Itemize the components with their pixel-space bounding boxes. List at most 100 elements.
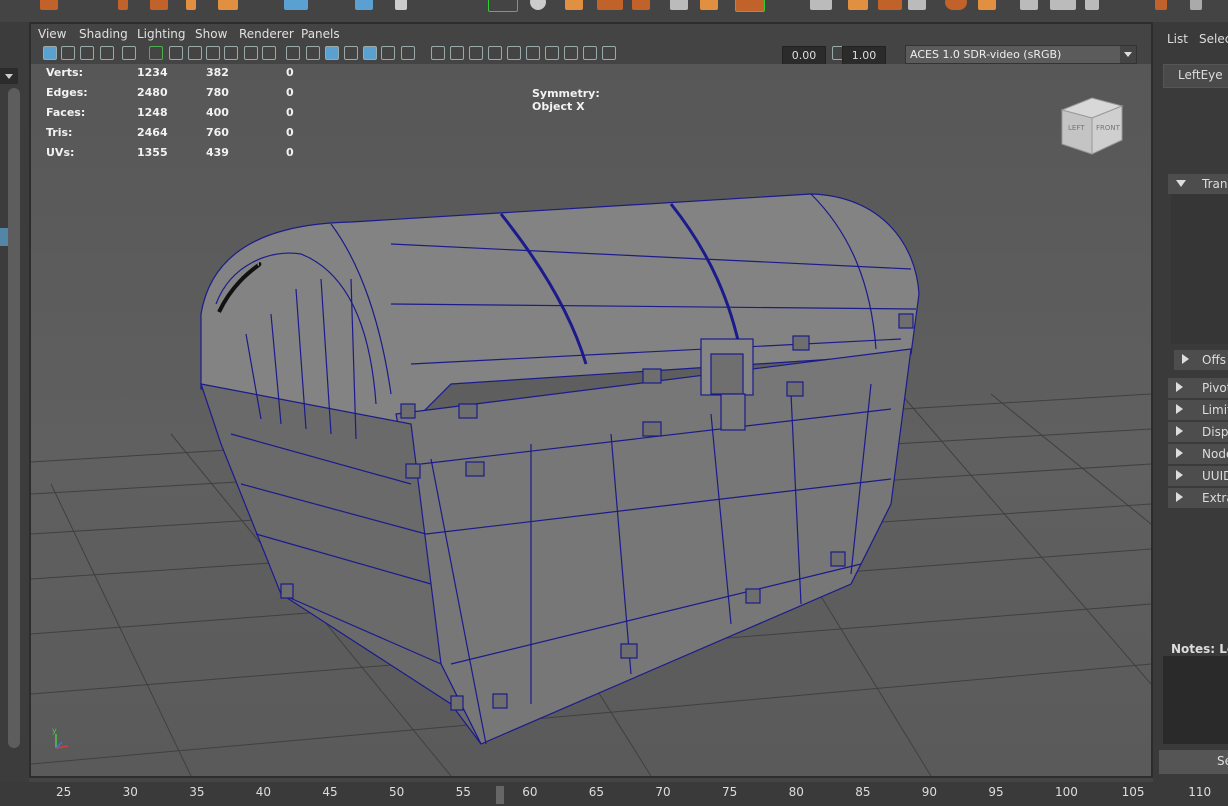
image-plane-icon[interactable] xyxy=(100,46,114,60)
section-uuid[interactable]: UUID xyxy=(1168,466,1228,486)
viewport-canvas[interactable] xyxy=(31,64,1151,776)
wireframe-on-shaded-icon[interactable] xyxy=(363,46,377,60)
grease-pencil-icon[interactable] xyxy=(149,46,163,60)
shelf-bar xyxy=(0,0,1228,22)
shelf-tool-icon[interactable] xyxy=(597,0,623,10)
shelf-tool-icon[interactable] xyxy=(848,0,868,10)
chevron-down-icon[interactable] xyxy=(1176,180,1186,187)
panel-menu-bar: View Shading Lighting Show Renderer Pane… xyxy=(31,24,1151,44)
resolution-gate-icon[interactable] xyxy=(206,46,220,60)
exposure-value[interactable]: 0.00 xyxy=(782,46,826,65)
2d-pan-icon[interactable] xyxy=(122,46,136,60)
xray-joints-icon[interactable] xyxy=(564,46,578,60)
anti-aliasing-icon[interactable] xyxy=(488,46,502,60)
dropdown-icon[interactable] xyxy=(0,68,18,84)
ambient-occlusion-icon[interactable] xyxy=(450,46,464,60)
textured-icon[interactable] xyxy=(381,46,395,60)
section-limit[interactable]: Limit xyxy=(1168,400,1228,420)
menu-lighting[interactable]: Lighting xyxy=(137,27,186,41)
selection-highlight[interactable] xyxy=(0,228,8,246)
smooth-shade-icon[interactable] xyxy=(325,46,339,60)
3d-viewport[interactable] xyxy=(31,64,1151,776)
shelf-tool-icon[interactable] xyxy=(530,0,546,10)
section-offs[interactable]: Offs xyxy=(1174,350,1228,370)
shelf-tool-icon[interactable] xyxy=(1155,0,1167,10)
view-cube-left[interactable]: LEFT xyxy=(1068,124,1085,132)
film-gate-icon[interactable] xyxy=(188,46,202,60)
chevron-right-icon[interactable] xyxy=(1176,426,1183,436)
motion-blur-icon[interactable] xyxy=(469,46,483,60)
section-extra[interactable]: Extra xyxy=(1168,488,1228,508)
shelf-tool-icon[interactable] xyxy=(878,0,902,10)
outliner-scrollbar[interactable] xyxy=(8,88,20,748)
gate-mask-icon[interactable] xyxy=(224,46,238,60)
wireframe-icon[interactable] xyxy=(306,46,320,60)
section-node[interactable]: Node xyxy=(1168,444,1228,464)
chevron-right-icon[interactable] xyxy=(1176,404,1183,414)
grid-icon[interactable] xyxy=(169,46,183,60)
backface-culling-icon[interactable] xyxy=(583,46,597,60)
shelf-tool-icon[interactable] xyxy=(118,0,128,10)
shelf-tool-icon[interactable] xyxy=(945,0,967,10)
section-trans[interactable]: Trans xyxy=(1168,174,1228,194)
notes-field[interactable] xyxy=(1163,656,1228,744)
menu-panels[interactable]: Panels xyxy=(301,27,340,41)
shelf-tool-icon[interactable] xyxy=(700,0,718,10)
tab-selected[interactable]: Selec xyxy=(1199,32,1228,46)
shelf-tool-icon[interactable] xyxy=(810,0,832,10)
exposure-icon[interactable] xyxy=(602,46,616,60)
treasure-chest-mesh[interactable] xyxy=(200,193,920,745)
shelf-tool-icon[interactable] xyxy=(488,0,518,12)
shadows-icon[interactable] xyxy=(431,46,445,60)
shelf-tool-icon[interactable] xyxy=(735,0,765,12)
tab-list[interactable]: List xyxy=(1167,32,1188,46)
chevron-right-icon[interactable] xyxy=(1176,492,1183,502)
shelf-tool-icon[interactable] xyxy=(284,0,308,10)
menu-show[interactable]: Show xyxy=(195,27,227,41)
shelf-tool-icon[interactable] xyxy=(978,0,996,10)
chevron-right-icon[interactable] xyxy=(1182,354,1189,364)
shelf-tool-icon[interactable] xyxy=(150,0,168,10)
shelf-tool-icon[interactable] xyxy=(395,0,407,10)
section-displ[interactable]: Displ xyxy=(1168,422,1228,442)
field-chart-icon[interactable] xyxy=(244,46,258,60)
shelf-tool-icon[interactable] xyxy=(40,0,58,10)
shelf-tool-icon[interactable] xyxy=(565,0,583,10)
isolate-select-icon[interactable] xyxy=(526,46,540,60)
shelf-tool-icon[interactable] xyxy=(186,0,196,10)
shelf-tool-icon[interactable] xyxy=(1050,0,1076,10)
view-cube-front[interactable]: FRONT xyxy=(1096,124,1121,132)
shelf-tool-icon[interactable] xyxy=(1020,0,1038,10)
chevron-right-icon[interactable] xyxy=(1176,382,1183,392)
select-button[interactable]: Se xyxy=(1159,750,1228,774)
shelf-tool-icon[interactable] xyxy=(632,0,650,10)
shelf-tool-icon[interactable] xyxy=(355,0,373,10)
current-frame-marker[interactable] xyxy=(496,786,504,804)
select-camera-icon[interactable] xyxy=(43,46,57,60)
menu-view[interactable]: View xyxy=(38,27,66,41)
time-slider[interactable]: 25 30 35 40 45 50 55 60 65 70 75 80 85 90 95 100 105 110 xyxy=(0,782,1228,806)
safe-action-icon[interactable] xyxy=(262,46,276,60)
tab-lefteye[interactable]: LeftEye xyxy=(1163,64,1228,88)
shelf-tool-icon[interactable] xyxy=(1085,0,1099,10)
menu-renderer[interactable]: Renderer xyxy=(239,27,294,41)
shelf-tool-icon[interactable] xyxy=(1190,0,1202,10)
bookmark-icon[interactable] xyxy=(80,46,94,60)
gamma-value[interactable]: 1.00 xyxy=(842,46,886,65)
safe-title-icon[interactable] xyxy=(286,46,300,60)
chevron-right-icon[interactable] xyxy=(1176,448,1183,458)
lights-icon[interactable] xyxy=(401,46,415,60)
menu-shading[interactable]: Shading xyxy=(79,27,128,41)
default-material-icon[interactable] xyxy=(344,46,358,60)
chevron-right-icon[interactable] xyxy=(1176,470,1183,480)
view-cube[interactable]: LEFT FRONT xyxy=(1058,96,1126,156)
section-pivot[interactable]: Pivot xyxy=(1168,378,1228,398)
xray-icon[interactable] xyxy=(545,46,559,60)
camera-attributes-icon[interactable] xyxy=(61,46,75,60)
depth-of-field-icon[interactable] xyxy=(507,46,521,60)
chevron-down-icon[interactable] xyxy=(1120,46,1136,63)
shelf-tool-icon[interactable] xyxy=(908,0,926,10)
shelf-tool-icon[interactable] xyxy=(670,0,688,10)
color-space-dropdown[interactable]: ACES 1.0 SDR-video (sRGB) xyxy=(905,45,1137,64)
shelf-tool-icon[interactable] xyxy=(218,0,238,10)
